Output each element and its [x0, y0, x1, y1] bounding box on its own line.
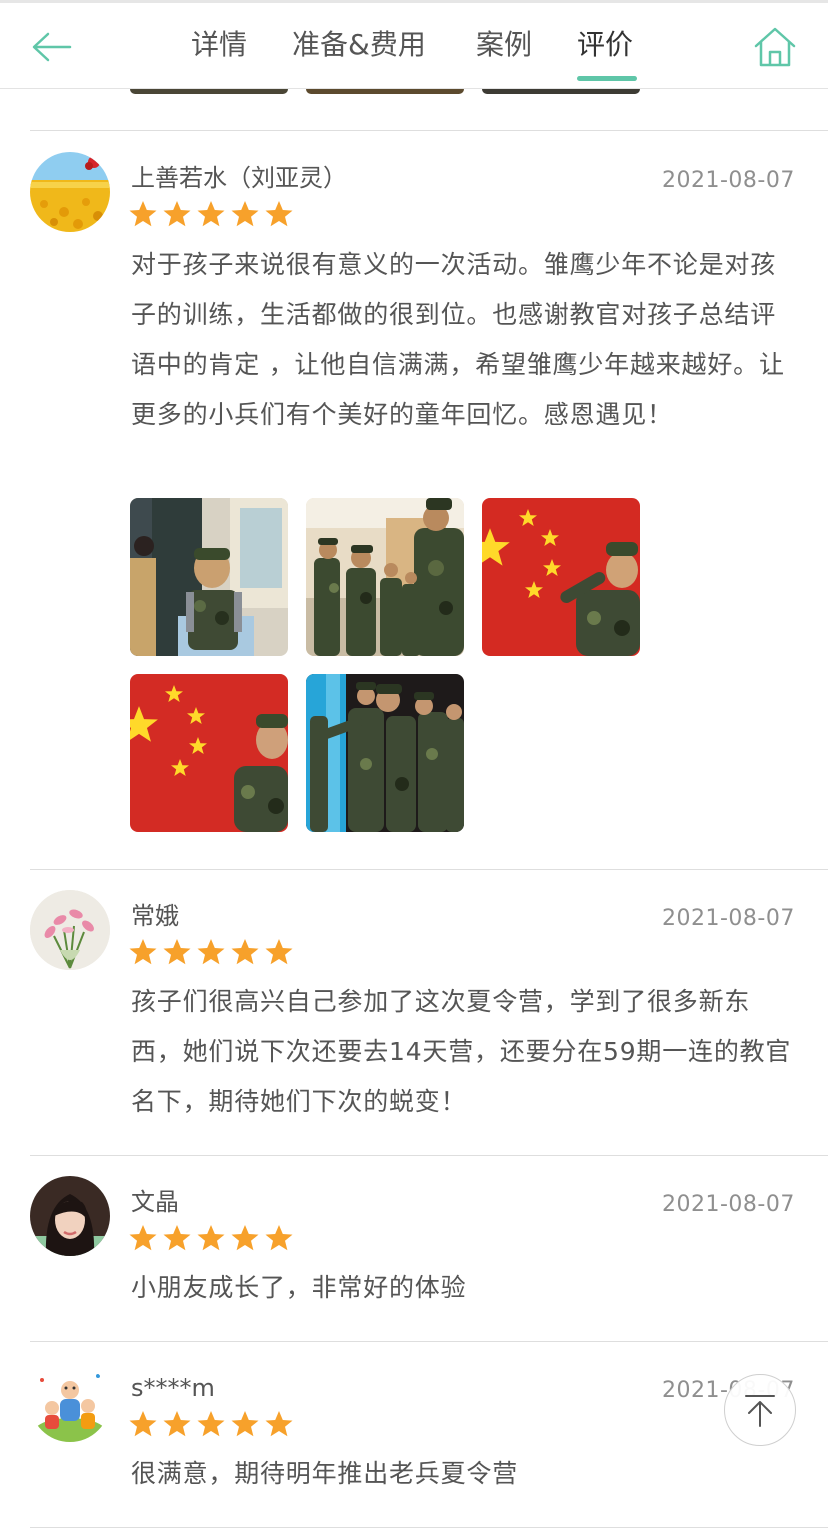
tab-details[interactable]: 详情: [191, 27, 247, 63]
avatar[interactable]: [30, 1176, 110, 1256]
photo-thumbnail[interactable]: [306, 89, 464, 94]
star-icon: [264, 1409, 294, 1439]
review-item: 上善若水（刘亚灵） 2021-08-07 对于孩子来说很有意义的一次活动。雏鹰少…: [0, 131, 828, 869]
home-button[interactable]: [752, 25, 798, 69]
photo-thumbnail[interactable]: [482, 89, 640, 94]
star-icon: [128, 1223, 158, 1253]
avatar[interactable]: [30, 890, 110, 970]
review-item: 文晶 2021-08-07 小朋友成长了，非常好的体验: [0, 1156, 828, 1341]
user-name: 上善若水（刘亚灵）: [131, 164, 347, 192]
star-icon: [264, 1223, 294, 1253]
active-tab-indicator: [577, 76, 637, 81]
arrow-left-icon: [32, 32, 72, 62]
star-icon: [162, 1223, 192, 1253]
star-icon: [196, 199, 226, 229]
star-rating: [128, 199, 294, 229]
star-icon: [196, 1409, 226, 1439]
star-rating: [128, 937, 294, 967]
review-photo[interactable]: [306, 498, 464, 656]
previous-review-photos: [0, 89, 828, 95]
review-text: 对于孩子来说很有意义的一次活动。雏鹰少年不论是对孩子的训练，生活都做的很到位。也…: [131, 250, 785, 429]
tab-cases[interactable]: 案例: [476, 27, 532, 63]
user-name: s****m: [131, 1374, 215, 1402]
avatar[interactable]: [30, 1362, 110, 1442]
review-text: 很满意，期待明年推出老兵夏令营: [131, 1459, 519, 1488]
review-item: s****m 2021-08-07 很满意，期待明年推出老兵夏令营: [0, 1342, 828, 1527]
star-icon: [162, 1409, 192, 1439]
star-icon: [128, 1409, 158, 1439]
star-rating: [128, 1223, 294, 1253]
star-icon: [264, 199, 294, 229]
avatar[interactable]: [30, 152, 110, 232]
star-icon: [162, 937, 192, 967]
divider: [30, 1527, 828, 1528]
review-text: 孩子们很高兴自己参加了这次夏令营，学到了很多新东西，她们说下次还要去14天营，还…: [131, 987, 792, 1116]
review-item: 常娥 2021-08-07 孩子们很高兴自己参加了这次夏令营，学到了很多新东西，…: [0, 870, 828, 1155]
photo-thumbnail[interactable]: [130, 89, 288, 94]
tab-reviews[interactable]: 评价: [577, 27, 633, 63]
review-photo[interactable]: [306, 674, 464, 832]
star-icon: [230, 937, 260, 967]
top-nav-bar: 详情 准备&费用 案例 评价: [0, 3, 828, 89]
star-icon: [230, 1223, 260, 1253]
scroll-to-top-button[interactable]: [724, 1374, 796, 1446]
user-name: 常娥: [131, 902, 179, 930]
arrow-up-icon: [745, 1395, 775, 1427]
review-date: 2021-08-07: [662, 1192, 795, 1217]
star-icon: [128, 937, 158, 967]
back-button[interactable]: [28, 29, 76, 65]
review-photo[interactable]: [482, 498, 640, 656]
star-rating: [128, 1409, 294, 1439]
star-icon: [196, 1223, 226, 1253]
review-date: 2021-08-07: [662, 168, 795, 193]
review-photo[interactable]: [130, 498, 288, 656]
review-text: 小朋友成长了，非常好的体验: [131, 1273, 467, 1302]
star-icon: [196, 937, 226, 967]
user-name: 文晶: [131, 1188, 179, 1216]
star-icon: [162, 199, 192, 229]
star-icon: [264, 937, 294, 967]
review-date: 2021-08-07: [662, 906, 795, 931]
star-icon: [230, 199, 260, 229]
review-photo[interactable]: [130, 674, 288, 832]
star-icon: [230, 1409, 260, 1439]
home-icon: [754, 27, 796, 67]
tab-preparation-fees[interactable]: 准备&费用: [292, 27, 426, 63]
star-icon: [128, 199, 158, 229]
